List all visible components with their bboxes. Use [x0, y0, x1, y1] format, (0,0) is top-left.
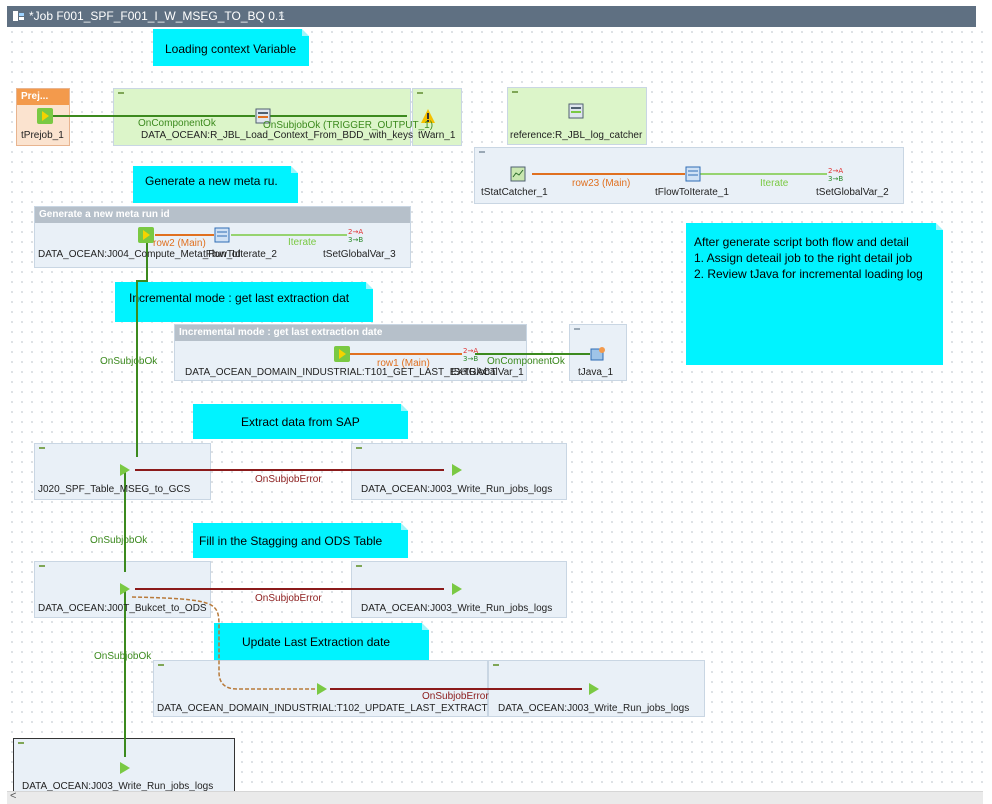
component-label: DATA_OCEAN:J003_Write_Run_jobs_logs — [361, 603, 553, 614]
svg-text:3→B: 3→B — [463, 355, 478, 362]
component-label: DATA_OCEAN:J003_Write_Run_jobs_logs — [498, 703, 690, 714]
editor-tab-bar: *Job F001_SPF_F001_I_W_MSEG_TO_BQ 0.1 × — [0, 0, 992, 27]
link-label: OnSubjobOk (TRIGGER_OUTPUT_1) — [263, 120, 434, 131]
flowtoiterate-icon[interactable] — [685, 166, 701, 182]
component-label: tJava_1 — [578, 367, 614, 378]
component-label: tFlowToIterate_2 — [203, 249, 277, 260]
component-label: tWarn_1 — [418, 130, 456, 141]
runjob-icon[interactable] — [334, 346, 350, 362]
link-label: OnComponentOk — [487, 356, 565, 367]
link-label: OnComponentOk — [138, 118, 216, 129]
link-label: Iterate — [760, 178, 789, 189]
tab-close-icon[interactable]: × — [278, 9, 284, 21]
runjob-icon[interactable] — [138, 227, 154, 243]
component-label: DATA_OCEAN:J003_Write_Run_jobs_logs — [22, 781, 214, 791]
component-label: tSetGlobalVar_1 — [451, 367, 524, 378]
link-label: row23 (Main) — [572, 178, 631, 189]
scroll-left-icon[interactable]: < — [10, 790, 16, 802]
component-label: DATA_OCEAN:J003_Write_Run_jobs_logs — [361, 484, 553, 495]
link-label: OnSubjobError — [255, 593, 322, 604]
runjob-icon[interactable] — [117, 581, 133, 597]
link-label: Iterate — [288, 237, 317, 248]
component-label: J020_SPF_Table_MSEG_to_GCS — [38, 484, 191, 495]
setglobalvar-icon[interactable]: 2→A3→B — [827, 166, 843, 182]
component-label: reference:R_JBL_log_catcher — [510, 130, 643, 141]
runjob-icon[interactable] — [449, 581, 465, 597]
runjob-icon[interactable] — [117, 462, 133, 478]
runjob-icon[interactable] — [314, 681, 330, 697]
statcatcher-icon[interactable] — [510, 166, 526, 182]
link-label: OnSubjobError — [255, 474, 322, 485]
component-label: tSetGlobalVar_3 — [323, 249, 396, 260]
component-label: tStatCatcher_1 — [481, 187, 548, 198]
tprejob-icon[interactable] — [37, 108, 53, 124]
job-design-canvas[interactable]: Prej... Generate a new meta run id Incre… — [7, 27, 983, 791]
svg-text:2→A: 2→A — [348, 228, 363, 236]
iterate-links — [231, 173, 827, 236]
link-label: row2 (Main) — [153, 238, 206, 249]
link-onsubjobok-1 — [136, 242, 148, 457]
horizontal-scrollbar[interactable]: < — [7, 790, 983, 804]
job-icon — [13, 11, 24, 21]
component-label: tPrejob_1 — [21, 130, 64, 141]
setglobalvar-icon[interactable]: 2→A3→B — [462, 346, 478, 362]
svg-text:2→A: 2→A — [463, 347, 478, 355]
component-label: DATA_OCEAN:J00T_Bukcet_to_ODS — [38, 603, 207, 614]
component-label: DATA_OCEAN_DOMAIN_INDUSTRIAL:T101_GET_LA… — [185, 367, 497, 378]
flowtoiterate-icon[interactable] — [214, 227, 230, 243]
svg-text:3→B: 3→B — [348, 236, 363, 243]
component-label: DATA_OCEAN:R_JBL_Load_Context_From_BDD_w… — [141, 130, 413, 141]
logcatcher-icon[interactable] — [568, 103, 584, 119]
tab-title: *Job F001_SPF_F001_I_W_MSEG_TO_BQ 0.1 — [29, 9, 285, 23]
java-icon[interactable] — [590, 346, 606, 362]
setglobalvar-icon[interactable]: 2→A3→B — [347, 227, 363, 243]
link-label: OnSubjobOk — [100, 356, 158, 367]
component-label: tSetGlobalVar_2 — [816, 187, 889, 198]
job-editor-tab[interactable]: *Job F001_SPF_F001_I_W_MSEG_TO_BQ 0.1 × — [7, 6, 976, 27]
svg-text:2→A: 2→A — [828, 167, 843, 175]
link-label: OnSubjobOk — [90, 535, 148, 546]
svg-text:3→B: 3→B — [828, 175, 843, 182]
link-label: OnSubjobOk — [94, 651, 152, 662]
error-links — [135, 469, 582, 690]
component-label: DATA_OCEAN_DOMAIN_INDUSTRIAL:T102_UPDATE… — [157, 703, 488, 714]
runjob-icon[interactable] — [449, 462, 465, 478]
connection-wires — [47, 115, 827, 757]
runjob-icon[interactable] — [117, 760, 133, 776]
link-label: OnSubjobError — [422, 691, 489, 702]
component-label: tFlowToIterate_1 — [655, 187, 729, 198]
runjob-icon[interactable] — [586, 681, 602, 697]
link-label: row1 (Main) — [377, 358, 430, 369]
